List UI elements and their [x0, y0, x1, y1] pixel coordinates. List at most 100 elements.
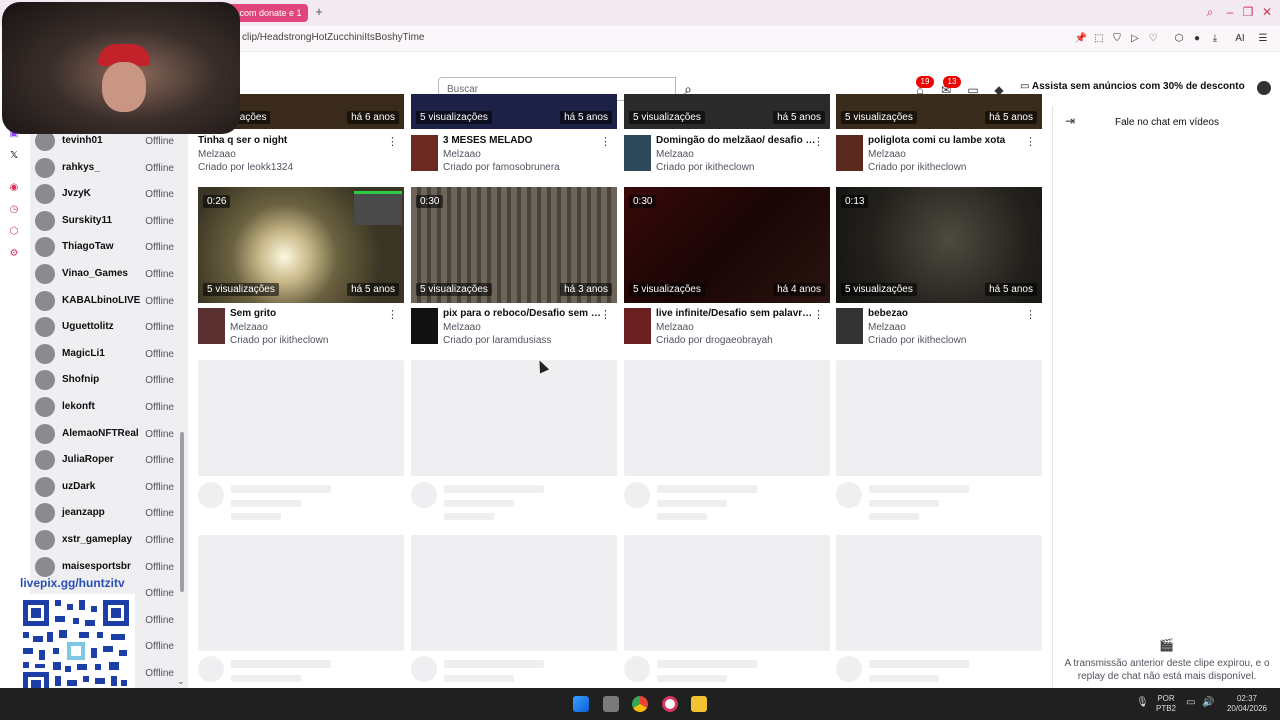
clip-thumbnail[interactable]: 0:13 5 visualizações há 5 anos	[836, 187, 1042, 303]
channel-item[interactable]: MagicLi1 Offline	[35, 341, 180, 367]
channel-item[interactable]: JvzyK Offline	[35, 181, 180, 207]
clip-thumbnail[interactable]: 0:30 5 visualizações há 4 anos	[624, 187, 830, 303]
clip-thumbnail[interactable]: 0:26 5 visualizações há 5 anos	[198, 187, 404, 303]
clip-thumbnail[interactable]: 5 visualizações há 5 anos	[836, 94, 1042, 129]
pin-icon[interactable]: 📌	[1074, 32, 1088, 46]
more-options-icon[interactable]: ⋮	[600, 135, 611, 148]
clip-creator[interactable]: Criado por ikitheclown	[868, 162, 966, 173]
opera-icon[interactable]	[662, 696, 678, 712]
more-options-icon[interactable]: ⋮	[813, 135, 824, 148]
clip-title[interactable]: Sem grito	[230, 308, 390, 319]
channel-item[interactable]: KABALbinoLIVE Offline	[35, 288, 180, 314]
clip-title[interactable]: Tinha q ser o night	[198, 135, 358, 146]
skeleton-avatar	[411, 656, 437, 682]
clip-title[interactable]: pix para o reboco/Desafio sem p...	[443, 308, 603, 319]
category-art[interactable]	[198, 308, 225, 344]
category-art[interactable]	[836, 308, 863, 344]
shield-icon[interactable]: ⛉	[1110, 32, 1124, 46]
clip-creator[interactable]: Criado por ikitheclown	[656, 162, 754, 173]
channel-item[interactable]: rahkys_ Offline	[35, 155, 180, 181]
minimize-icon[interactable]: –	[1222, 4, 1238, 20]
screenshot-icon[interactable]: ⬚	[1092, 32, 1106, 46]
sidebar-scrollbar[interactable]	[180, 432, 184, 592]
clip-creator[interactable]: Criado por ikitheclown	[230, 335, 328, 346]
clip-thumbnail[interactable]: 5 visualizações há 5 anos	[411, 94, 617, 129]
more-options-icon[interactable]: ⋮	[813, 308, 824, 321]
clip-channel[interactable]: Melzaao	[868, 149, 906, 160]
clip-creator[interactable]: Criado por famosobrunera	[443, 162, 560, 173]
heart-icon[interactable]: ♡	[1146, 32, 1160, 46]
clip-channel[interactable]: Melzaao	[656, 322, 694, 333]
play-icon[interactable]: ▷	[1128, 32, 1142, 46]
skeleton-thumbnail	[198, 535, 404, 651]
channel-item[interactable]: AlemaoNFTReal Offline	[35, 421, 180, 447]
chrome-icon[interactable]	[632, 696, 648, 712]
channel-item[interactable]: Surskity11 Offline	[35, 208, 180, 234]
extensions-icon[interactable]: ⬡	[1172, 32, 1186, 46]
network-icon[interactable]: ▭	[1186, 698, 1195, 708]
clip-creator[interactable]: Criado por ikitheclown	[868, 335, 966, 346]
more-options-icon[interactable]: ⋮	[600, 308, 611, 321]
file-explorer-icon[interactable]	[691, 696, 707, 712]
channel-item[interactable]: jeanzapp Offline	[35, 500, 180, 526]
channel-item[interactable]: JuliaRoper Offline	[35, 447, 180, 473]
clip-channel[interactable]: Melzaao	[230, 322, 268, 333]
history-icon[interactable]: ◷	[8, 204, 20, 216]
clock[interactable]: 02:37 20/04/2026	[1222, 694, 1272, 714]
channel-status: Offline	[145, 348, 174, 360]
clip-channel[interactable]: Melzaao	[443, 322, 481, 333]
clip-thumbnail[interactable]: 5 visualizações há 5 anos	[624, 94, 830, 129]
category-art[interactable]	[624, 308, 651, 344]
extensions-sidebar-icon[interactable]: ⬡	[8, 226, 20, 238]
channel-item[interactable]: xstr_gameplay Offline	[35, 527, 180, 553]
microphone-icon[interactable]: 🎙	[1136, 698, 1149, 708]
category-art[interactable]	[836, 135, 863, 171]
clip-title[interactable]: live infinite/Desafio sem palavroe...	[656, 308, 816, 319]
clip-title[interactable]: 3 MESES MELADO	[443, 135, 603, 146]
player-icon[interactable]: ◉	[8, 182, 20, 194]
clip-channel[interactable]: Melzaao	[198, 149, 236, 160]
clip-creator[interactable]: Criado por laramdusiass	[443, 335, 551, 346]
channel-item[interactable]: ThiagoTaw Offline	[35, 234, 180, 260]
clip-creator[interactable]: Criado por drogaeobrayah	[656, 335, 773, 346]
ai-button[interactable]: AI	[1230, 32, 1250, 46]
category-art[interactable]	[411, 135, 438, 171]
language-indicator[interactable]: POR PTB2	[1156, 694, 1176, 714]
profile-icon[interactable]: ●	[1190, 32, 1204, 46]
close-window-icon[interactable]: ✕	[1259, 4, 1275, 20]
clip-title[interactable]: Domingão do melzãao/ desafio s...	[656, 135, 816, 146]
clip-channel[interactable]: Melzaao	[868, 322, 906, 333]
task-view-icon[interactable]	[603, 696, 619, 712]
clip-channel[interactable]: Melzaao	[656, 149, 694, 160]
settings-icon[interactable]: ⚙	[8, 248, 20, 260]
more-options-icon[interactable]: ⋮	[1025, 135, 1036, 148]
channel-status: Offline	[145, 322, 174, 334]
category-art[interactable]	[411, 308, 438, 344]
category-art[interactable]	[624, 135, 651, 171]
turbo-offer-button[interactable]: ▭ Assista sem anúncios com 30% de descon…	[1020, 81, 1245, 92]
more-options-icon[interactable]: ⋮	[1025, 308, 1036, 321]
channel-item[interactable]: uzDark Offline	[35, 474, 180, 500]
channel-item[interactable]: Shofnip Offline	[35, 367, 180, 393]
new-tab-button[interactable]: +	[312, 4, 326, 20]
download-icon[interactable]: ⤓	[1208, 32, 1222, 46]
search-tabs-icon[interactable]: ⌕	[1202, 4, 1218, 20]
url-text[interactable]: clip/HeadstrongHotZucchiniItsBoshyTime	[242, 32, 424, 43]
chevron-down-icon[interactable]: ⌄	[177, 676, 185, 687]
more-options-icon[interactable]: ⋮	[387, 308, 398, 321]
channel-item[interactable]: lekonft Offline	[35, 394, 180, 420]
clip-title[interactable]: poliglota comi cu lambe xota	[868, 135, 1028, 146]
clip-channel[interactable]: Melzaao	[443, 149, 481, 160]
windows-start-icon[interactable]	[573, 696, 589, 712]
clip-thumbnail[interactable]: 0:30 5 visualizações há 3 anos	[411, 187, 617, 303]
clip-creator[interactable]: Criado por leokk1324	[198, 162, 293, 173]
volume-icon[interactable]: 🔊	[1202, 698, 1214, 708]
clip-title[interactable]: bebezao	[868, 308, 1028, 319]
x-icon[interactable]: 𝕏	[8, 150, 20, 162]
more-options-icon[interactable]: ⋮	[387, 135, 398, 148]
user-avatar[interactable]	[1257, 81, 1271, 95]
maximize-icon[interactable]: ❐	[1240, 4, 1256, 20]
channel-item[interactable]: Uguettolitz Offline	[35, 314, 180, 340]
menu-icon[interactable]: ☰	[1256, 32, 1270, 46]
channel-item[interactable]: Vinao_Games Offline	[35, 261, 180, 287]
